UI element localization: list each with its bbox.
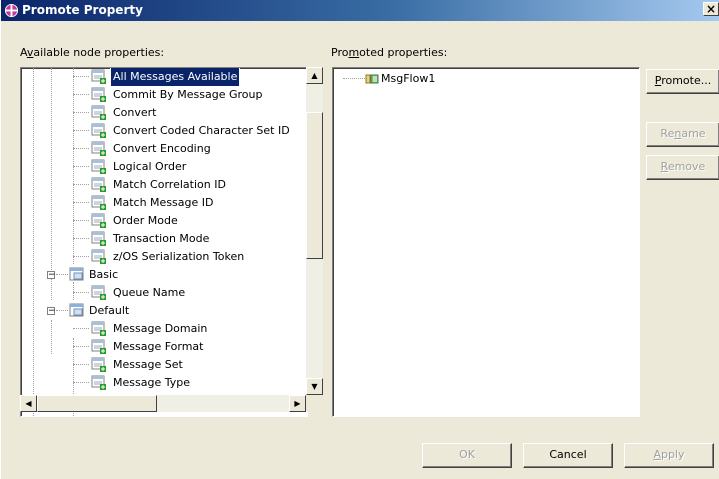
title-bar[interactable]: Promote Property ×	[1, 0, 719, 21]
tree-item-label: All Messages Available	[109, 68, 241, 87]
scroll-up-arrow-icon[interactable]: ▲	[306, 67, 323, 84]
close-button[interactable]: ×	[703, 2, 719, 16]
scroll-thumb[interactable]	[306, 112, 323, 259]
tree-item-label: Commit By Message Group	[113, 88, 263, 101]
property-icon	[91, 249, 106, 264]
rename-button[interactable]: Rename	[646, 122, 719, 147]
available-properties-tree[interactable]: All Messages Available Commit By Message…	[20, 67, 308, 417]
scroll-thumb[interactable]	[37, 395, 157, 412]
property-icon	[91, 357, 106, 372]
scroll-corner	[306, 395, 323, 412]
available-label-part: ailable node properties:	[33, 46, 165, 59]
property-icon	[91, 339, 106, 354]
remove-label: emove	[667, 160, 706, 173]
property-icon	[91, 141, 106, 156]
tree-item[interactable]: Commit By Message Group	[21, 86, 307, 104]
tree-item-label: Message Set	[113, 358, 183, 371]
tree-group-label: Basic	[89, 268, 119, 281]
property-group-icon	[69, 303, 84, 317]
tree-item-label: z/OS Serialization Token	[113, 250, 245, 263]
property-icon	[91, 177, 106, 192]
scroll-right-arrow-icon[interactable]: ▶	[289, 395, 306, 412]
promote-property-dialog: Promote Property × Available node proper…	[0, 0, 719, 479]
promoted-label-part: oted properties:	[359, 46, 448, 59]
tree-item[interactable]: All Messages Available	[21, 68, 307, 87]
tree-item-label: Logical Order	[113, 160, 187, 173]
property-icon	[91, 123, 106, 138]
scroll-down-arrow-icon[interactable]: ▼	[306, 378, 323, 395]
tree-item-label: Convert	[113, 106, 157, 119]
available-properties-label: Available node properties:	[20, 46, 164, 59]
message-flow-icon	[365, 74, 379, 84]
property-icon	[91, 69, 106, 84]
property-icon	[91, 195, 106, 210]
tree-item[interactable]: Queue Name	[21, 284, 307, 302]
tree-item-label: Match Message ID	[113, 196, 214, 209]
promoted-properties-label: Promoted properties:	[331, 46, 447, 59]
property-icon	[91, 321, 106, 336]
tree-item[interactable]: Logical Order	[21, 158, 307, 176]
apply-button[interactable]: Apply	[624, 443, 714, 468]
tree-item[interactable]: Match Correlation ID	[21, 176, 307, 194]
rename-label: ame	[681, 127, 706, 140]
property-icon	[91, 231, 106, 246]
tree-item[interactable]: Message Domain	[21, 320, 307, 338]
tree-item-label: Message Domain	[113, 322, 208, 335]
property-icon	[91, 375, 106, 390]
promote-property-icon	[4, 3, 19, 18]
tree-item[interactable]: Order Mode	[21, 212, 307, 230]
cancel-button[interactable]: Cancel	[523, 443, 613, 468]
tree-item[interactable]: Transaction Mode	[21, 230, 307, 248]
property-icon	[91, 285, 106, 300]
promoted-label-part: Pro	[331, 46, 349, 59]
property-icon	[91, 105, 106, 120]
tree-item-msgflow[interactable]: MsgFlow1	[333, 70, 633, 88]
promote-button[interactable]: Promote...	[646, 69, 719, 94]
ok-button[interactable]: OK	[422, 443, 512, 468]
tree-item[interactable]: Convert Coded Character Set ID	[21, 122, 307, 140]
tree-item[interactable]: Message Format	[21, 338, 307, 356]
tree-item-label: Queue Name	[113, 286, 186, 299]
tree-item-label: Message Type	[113, 376, 190, 389]
tree-item[interactable]: Message Type	[21, 374, 307, 392]
available-label-part: A	[20, 46, 27, 59]
tree-group-default[interactable]: − Default	[21, 302, 307, 320]
tree-item[interactable]: Match Message ID	[21, 194, 307, 212]
tree-item[interactable]: z/OS Serialization Token	[21, 248, 307, 266]
tree-item-label: Convert Encoding	[113, 142, 211, 155]
tree-item-label: MsgFlow1	[381, 72, 436, 85]
apply-label: pply	[661, 448, 685, 461]
property-icon	[91, 159, 106, 174]
promoted-properties-tree[interactable]: MsgFlow1	[332, 67, 640, 417]
remove-button[interactable]: Remove	[646, 155, 719, 180]
tree-item-label: Transaction Mode	[113, 232, 210, 245]
tree-group-basic[interactable]: − Basic	[21, 266, 307, 284]
tree-item-label: Convert Coded Character Set ID	[113, 124, 290, 137]
property-icon	[91, 213, 106, 228]
tree-item[interactable]: Message Set	[21, 356, 307, 374]
scroll-left-arrow-icon[interactable]: ◀	[20, 395, 37, 412]
tree-item-label: Match Correlation ID	[113, 178, 226, 191]
window-title: Promote Property	[22, 3, 143, 17]
collapse-icon[interactable]: −	[47, 307, 56, 316]
tree-item-label: Order Mode	[113, 214, 178, 227]
promoted-label-mnemonic: m	[348, 46, 360, 59]
remove-mnemonic: R	[660, 160, 668, 173]
tree-vertical-scrollbar[interactable]: ▲ ▼	[306, 67, 323, 395]
rename-label: Re	[660, 127, 675, 140]
tree-group-label: Default	[89, 304, 130, 317]
tree-item[interactable]: Convert	[21, 104, 307, 122]
property-icon	[91, 87, 106, 102]
apply-mnemonic: A	[653, 448, 661, 461]
tree-horizontal-scrollbar[interactable]: ◀ ▶	[20, 395, 306, 412]
promote-label: romote...	[661, 74, 712, 87]
tree-item-label: Message Format	[113, 340, 204, 353]
tree-item[interactable]: Convert Encoding	[21, 140, 307, 158]
collapse-icon[interactable]: −	[47, 271, 56, 280]
property-group-icon	[69, 267, 84, 281]
